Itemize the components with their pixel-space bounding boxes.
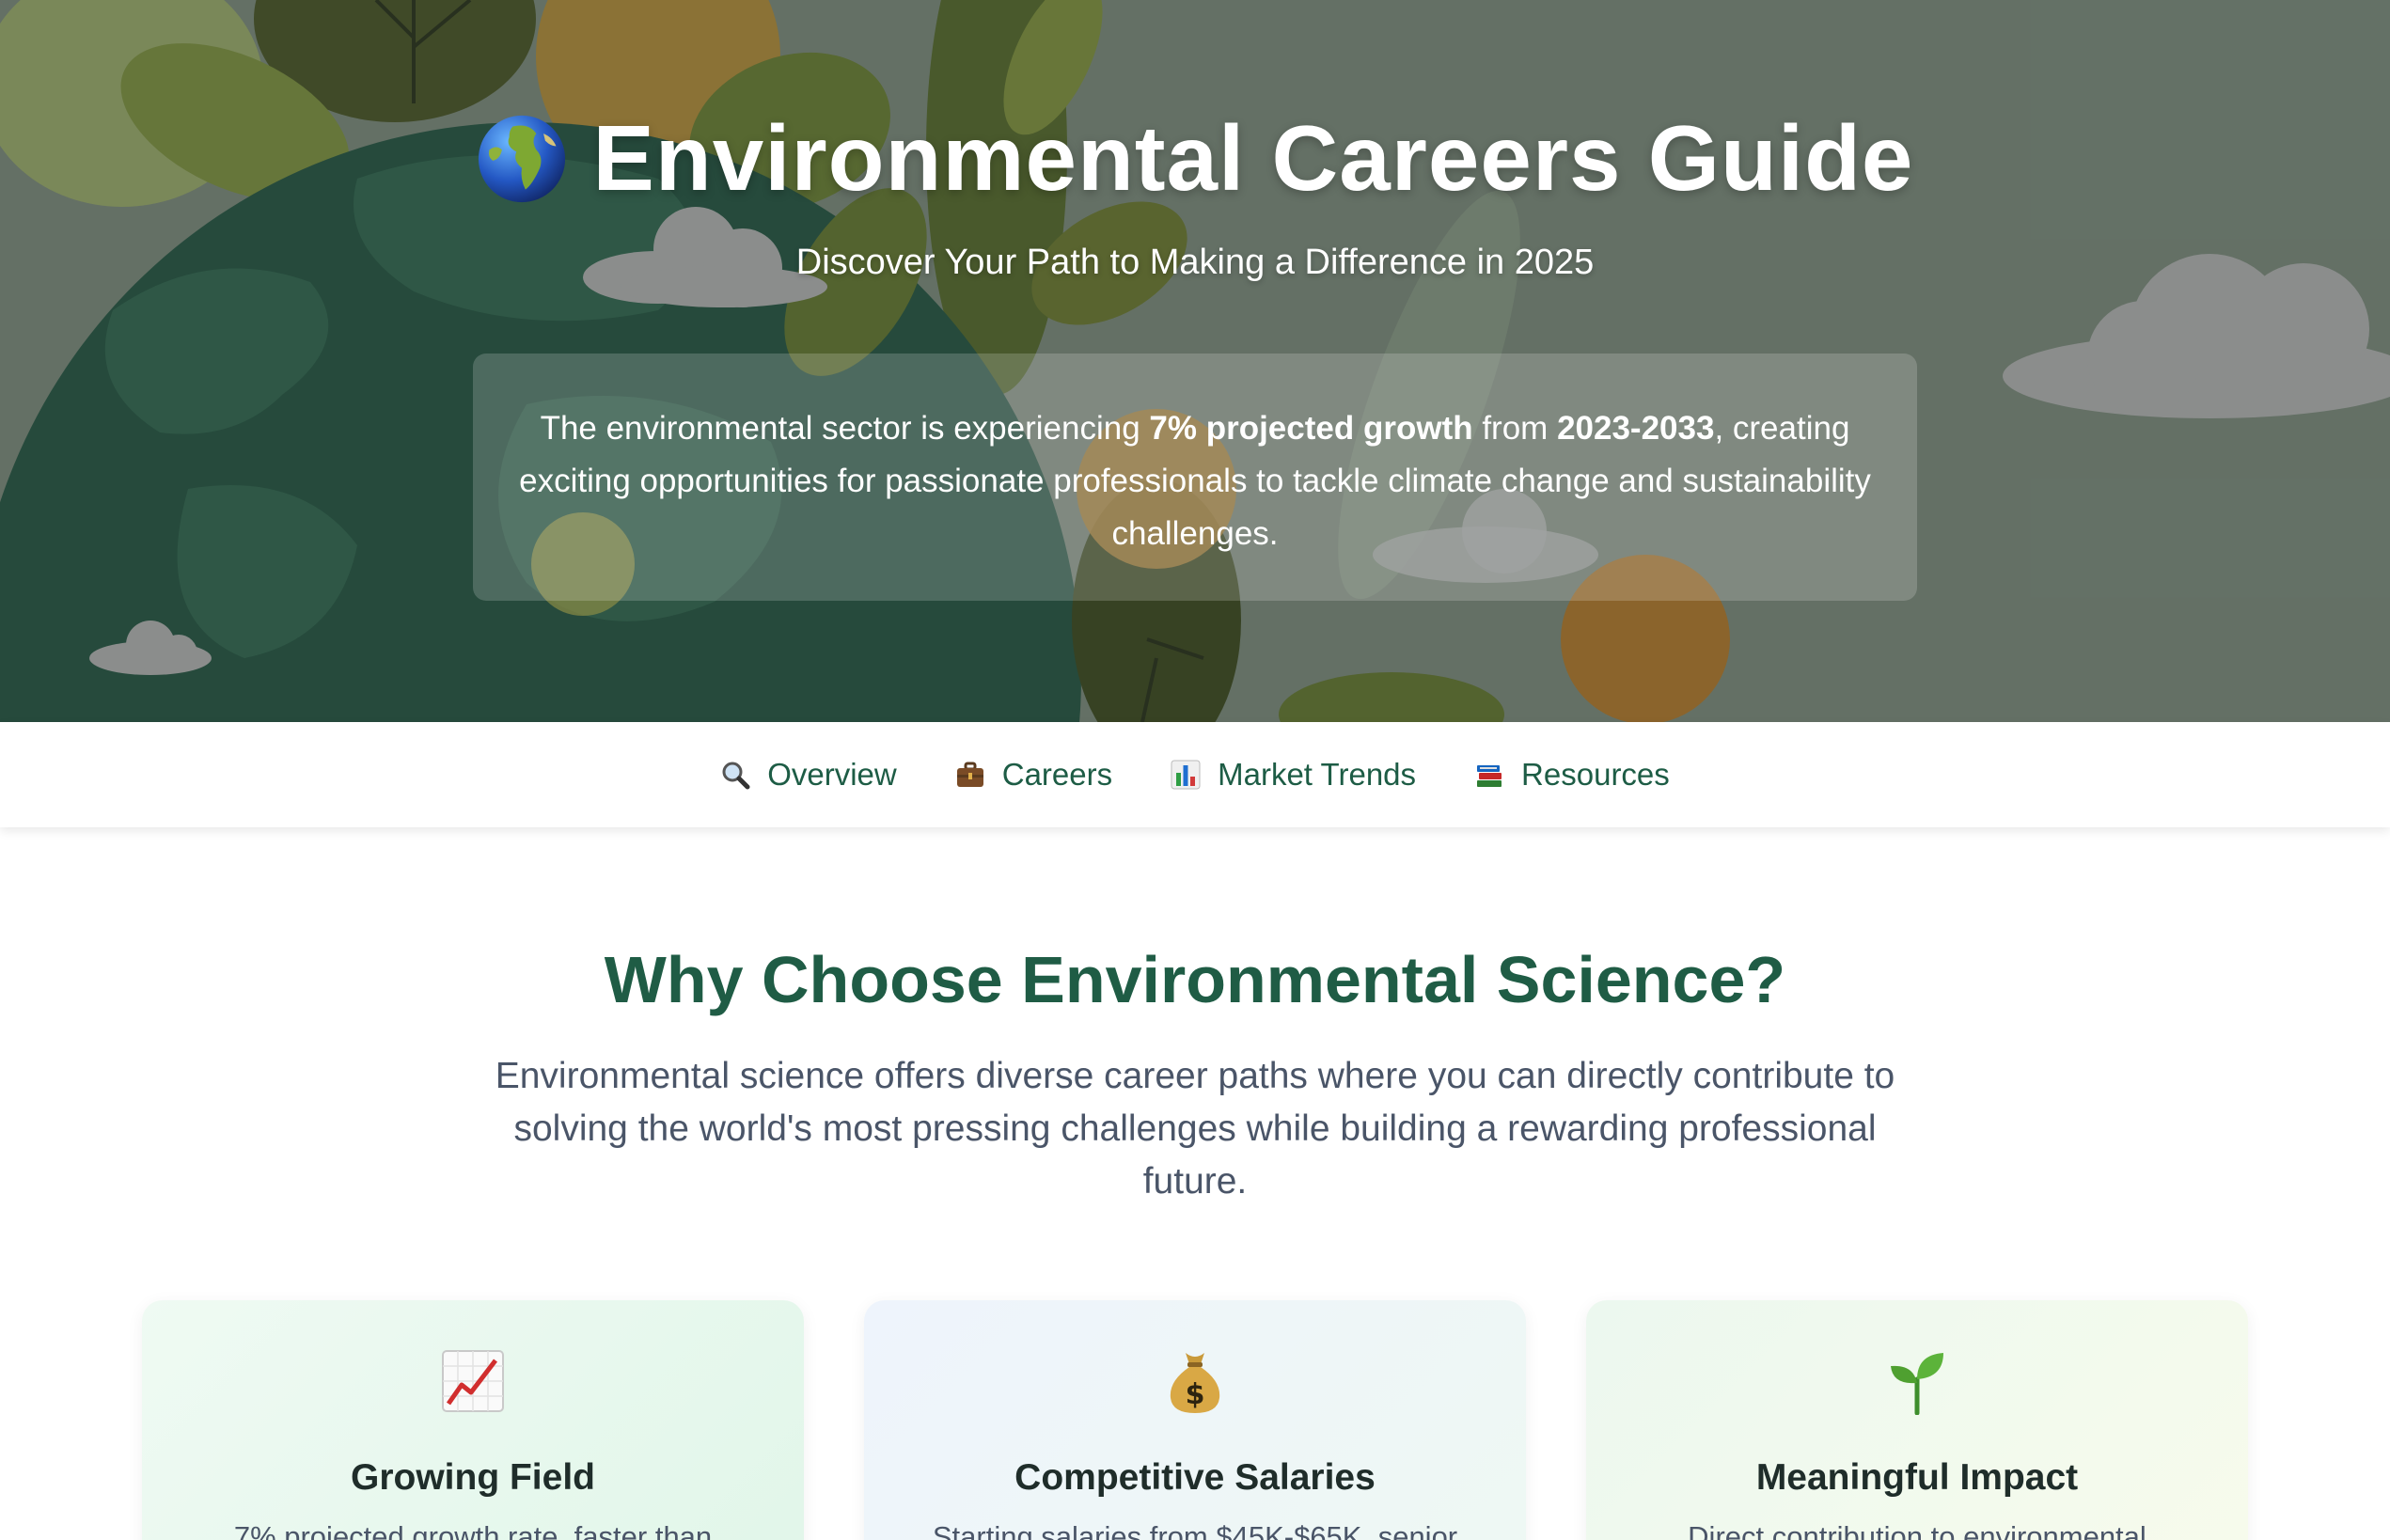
section-lead: Environmental science offers diverse car…	[495, 1056, 1895, 1202]
page-title: Environmental Careers Guide	[592, 106, 1914, 210]
nav-label-market-trends: Market Trends	[1218, 757, 1417, 792]
section-title: Why Choose Environmental Science?	[604, 943, 1786, 1016]
books-icon	[1477, 765, 1502, 787]
nav-label-overview: Overview	[767, 757, 897, 792]
card-title: Competitive Salaries	[1014, 1457, 1376, 1498]
nav-label-careers: Careers	[1001, 757, 1113, 792]
growth-text-start: The environmental sector is experiencing	[540, 410, 1150, 447]
growth-summary-box: The environmental sector is experiencing…	[473, 354, 1917, 601]
nav-item-market-trends[interactable]: Market Trends	[1171, 757, 1416, 793]
main-nav: Overview Careers Market Trends Resources	[0, 722, 2390, 827]
seedling-icon	[1891, 1353, 1943, 1415]
card-title: Growing Field	[351, 1457, 595, 1498]
chart-increasing-icon	[442, 1350, 504, 1412]
briefcase-icon	[956, 762, 983, 787]
benefit-card-meaningful-impact: Meaningful Impact Direct contribution to…	[1586, 1300, 2248, 1540]
growth-rate-highlight: 7% projected growth	[1149, 410, 1473, 447]
growth-text-middle: from	[1472, 410, 1558, 447]
nav-label-resources: Resources	[1521, 757, 1670, 792]
hero-banner: Environmental Careers Guide Discover You…	[0, 0, 2390, 722]
hero-subtitle: Discover Your Path to Making a Differenc…	[795, 243, 1595, 282]
globe-icon	[478, 115, 565, 202]
bar-chart-icon	[1171, 760, 1201, 790]
card-title: Meaningful Impact	[1755, 1457, 2079, 1498]
hero-title-row: Environmental Careers Guide	[0, 105, 2390, 212]
nav-item-resources[interactable]: Resources	[1474, 757, 1670, 793]
benefit-card-competitive-salaries: $ Competitive Salaries Starting salaries…	[864, 1300, 1526, 1540]
benefit-card-growing-field: Growing Field 7% projected growth rate, …	[142, 1300, 804, 1540]
magnifier-icon	[722, 762, 750, 790]
card-text: Starting salaries from $45K-$65K, senior	[932, 1520, 1458, 1540]
nav-item-overview[interactable]: Overview	[720, 757, 897, 793]
svg-text:$: $	[1186, 1378, 1205, 1411]
growth-period-highlight: 2023-2033	[1557, 410, 1715, 447]
card-text: 7% projected growth rate, faster than	[233, 1520, 713, 1540]
card-text: Direct contribution to environmental	[1688, 1520, 2146, 1540]
nav-item-careers[interactable]: Careers	[955, 757, 1112, 793]
money-bag-icon: $	[1170, 1353, 1220, 1413]
